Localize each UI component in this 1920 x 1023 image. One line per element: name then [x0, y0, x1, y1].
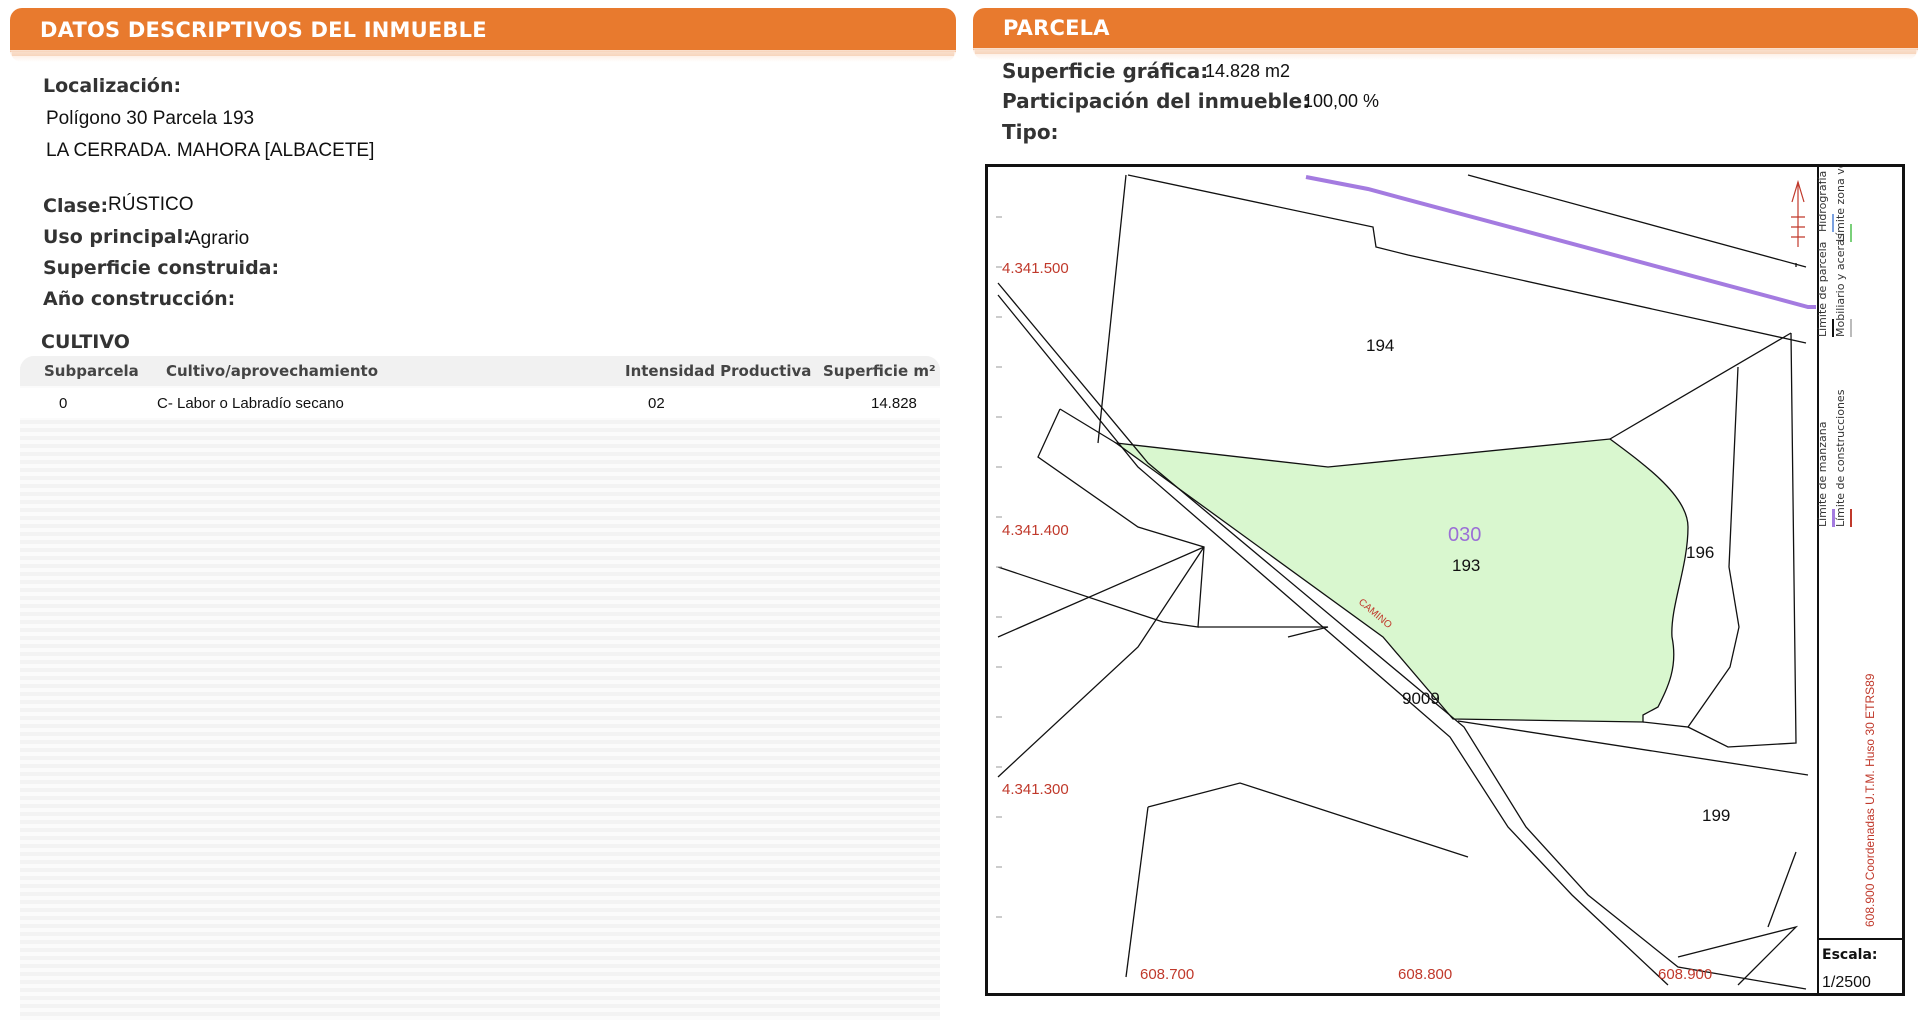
cell-superficie: 14.828: [871, 395, 917, 412]
parcel-label-199: 199: [1702, 806, 1730, 825]
parcel-label-9009: 9009: [1402, 689, 1440, 708]
localizacion-line2: LA CERRADA. MAHORA [ALBACETE]: [46, 140, 375, 161]
svg-text:Mobiliario y aceras: Mobiliario y aceras: [1834, 233, 1847, 337]
legend-col-4: Límite de construcciones: [1834, 389, 1852, 527]
svg-text:Límite de construcciones: Límite de construcciones: [1834, 389, 1847, 527]
cell-cultivo: C- Labor o Labradío secano: [157, 395, 344, 412]
legend-col-3: Hidrografía: [1816, 171, 1834, 232]
scale-value: 1/2500: [1822, 974, 1871, 991]
cadastral-map: 4.341.500 4.341.400 4.341.300 608.700 60…: [985, 164, 1905, 996]
localizacion-label: Localización:: [43, 75, 182, 97]
x-coord-2: 608.800: [1398, 966, 1452, 983]
cadastral-map-canvas: 4.341.500 4.341.400 4.341.300 608.700 60…: [996, 167, 1902, 993]
parcela-header: PARCELA: [973, 8, 1918, 60]
datos-descriptivos-header: DATOS DESCRIPTIVOS DEL INMUEBLE: [10, 8, 956, 62]
north-arrow-icon: [1791, 179, 1805, 247]
cell-intensidad: 02: [648, 395, 665, 412]
parcel-label-196: 196: [1686, 543, 1714, 562]
cultivo-table: [20, 356, 940, 1020]
column-header-cultivo: Cultivo/aprovechamiento: [166, 362, 379, 380]
legend-col-2: Límite de parcela: [1816, 242, 1834, 337]
x-coord-3: 608.900: [1658, 966, 1712, 983]
svg-text:Límite de manzana: Límite de manzana: [1816, 422, 1829, 527]
cell-subparcela: 0: [59, 395, 68, 412]
clase-value: RÚSTICO: [108, 194, 194, 215]
svg-text:Límite de parcela: Límite de parcela: [1816, 242, 1829, 337]
column-header-intensidad: Intensidad Productiva: [625, 362, 812, 380]
participacion-label: Participación del inmueble:: [1002, 89, 1311, 113]
superficie-grafica-label: Superficie gráfica:: [1002, 59, 1209, 83]
datos-descriptivos-title: DATOS DESCRIPTIVOS DEL INMUEBLE: [40, 18, 487, 42]
scale-label: Escala:: [1822, 947, 1878, 963]
svg-text:Límite zona verde: Límite zona verde: [1834, 167, 1847, 242]
y-coord-2: 4.341.400: [1002, 522, 1069, 539]
anio-construccion-label: Año construcción:: [43, 288, 236, 310]
uso-principal-value: Agrario: [188, 228, 250, 249]
hydrography-line: [1305, 175, 1816, 309]
utm-note: 608.900 Coordenadas U.T.M. Huso 30 ETRS8…: [1863, 673, 1877, 927]
legend-col-1: Límite de manzana: [1816, 422, 1835, 527]
cultivo-title: CULTIVO: [41, 331, 130, 353]
column-header-subparcela: Subparcela: [44, 362, 139, 380]
localizacion-line1: Polígono 30 Parcela 193: [46, 108, 255, 129]
svg-text:Hidrografía: Hidrografía: [1816, 171, 1829, 232]
superficie-grafica-value: 14.828 m2: [1205, 61, 1291, 81]
clase-label: Clase:: [43, 195, 109, 217]
superficie-construida-label: Superficie construida:: [43, 257, 280, 279]
parcel-label-194: 194: [1366, 336, 1394, 355]
tipo-label: Tipo:: [1002, 120, 1059, 144]
column-header-superficie: Superficie m²: [823, 362, 936, 380]
parcela-title: PARCELA: [1003, 16, 1110, 40]
y-coord-3: 4.341.300: [1002, 781, 1069, 798]
legend-col-5: Mobiliario y aceras: [1834, 233, 1852, 337]
participacion-value: 100,00 %: [1303, 91, 1380, 111]
x-coord-1: 608.700: [1140, 966, 1194, 983]
polygon-label: 030: [1448, 524, 1481, 546]
legend-col-6: Límite zona verde: [1834, 167, 1852, 242]
y-coord-1: 4.341.500: [1002, 260, 1069, 277]
uso-principal-label: Uso principal:: [43, 226, 191, 248]
parcel-label-193: 193: [1452, 556, 1480, 575]
axis-ticks: [996, 216, 1002, 918]
